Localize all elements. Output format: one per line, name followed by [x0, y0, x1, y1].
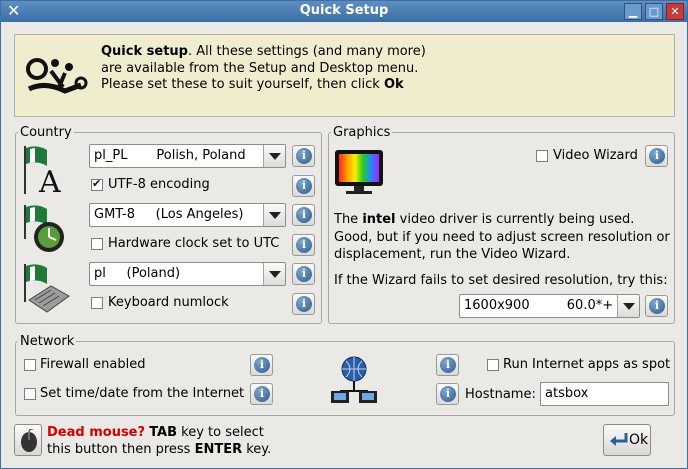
minimize-button[interactable]: ▁ — [624, 3, 642, 20]
intro-line2: are available from the Setup and Desktop… — [101, 60, 419, 76]
ok-button[interactable]: Ok — [603, 424, 651, 456]
numlock-checkbox[interactable] — [91, 297, 103, 309]
info-icon: i — [296, 148, 312, 164]
video-wizard-checkbox[interactable] — [536, 150, 548, 162]
info-icon: i — [254, 357, 270, 373]
hwclock-info-button[interactable]: i — [292, 234, 315, 256]
info-icon: i — [649, 148, 665, 164]
close-button[interactable]: ✕ — [666, 3, 684, 20]
driver-name: intel — [362, 212, 396, 227]
info-icon: i — [254, 386, 270, 402]
ok-label: Ok — [629, 432, 649, 448]
keyboard-value: pl (Poland) — [94, 266, 181, 281]
resolution-select[interactable]: 1600x900 60.0*+ — [459, 294, 640, 318]
resolution-info-button[interactable]: i — [645, 295, 668, 317]
locale-flag-icon: A — [24, 146, 61, 196]
driver-desc-line1: video driver is currently being used. — [395, 212, 635, 227]
maximize-button[interactable]: □ — [645, 3, 663, 20]
keyboard-flag-icon — [24, 264, 70, 313]
driver-description: The intel video driver is currently bein… — [334, 211, 672, 264]
hint-line2-end: key. — [242, 442, 272, 457]
info-icon: i — [296, 207, 312, 223]
ok-arrow-icon — [610, 433, 628, 446]
info-icon: i — [296, 237, 312, 253]
hint-line1: key to select — [177, 425, 264, 440]
info-icon: i — [296, 296, 312, 312]
intro-line1: . All these settings (and many more) — [187, 44, 426, 59]
svg-text:A: A — [38, 165, 61, 196]
spot-info-button[interactable]: i — [436, 354, 459, 376]
dead-mouse-button[interactable] — [14, 424, 42, 456]
firewall-checkbox[interactable] — [24, 359, 36, 371]
quick-setup-window: ✕ Quick Setup ▁ □ ✕ Quick setup. All the… — [0, 0, 688, 469]
spot-label: Run Internet apps as spot — [503, 357, 671, 372]
hwclock-checkbox[interactable] — [91, 238, 103, 250]
intro-text: Quick setup. All these settings (and man… — [101, 44, 426, 94]
locale-info-button[interactable]: i — [292, 145, 315, 167]
intro-ok-word: Ok — [383, 77, 404, 92]
video-wizard-label: Video Wizard — [553, 148, 638, 163]
network-legend: Network — [20, 334, 75, 349]
clock-flag-icon — [24, 205, 64, 252]
hwclock-label: Hardware clock set to UTC — [108, 236, 280, 251]
firewall-info-button[interactable]: i — [250, 354, 273, 376]
mouse-icon — [21, 429, 37, 452]
numlock-info-button[interactable]: i — [292, 293, 315, 315]
numlock-label: Keyboard numlock — [108, 295, 229, 310]
timezone-info-button[interactable]: i — [292, 204, 315, 226]
monitor-icon — [335, 150, 383, 194]
timesync-checkbox[interactable] — [24, 388, 36, 400]
network-icon — [331, 356, 377, 403]
hostname-input[interactable]: atsbox — [540, 382, 669, 406]
dead-mouse-warning: Dead mouse? — [47, 425, 146, 440]
timesync-label: Set time/date from the Internet — [40, 386, 245, 401]
info-icon: i — [296, 266, 312, 282]
hostname-label: Hostname: — [465, 387, 536, 402]
chevron-down-icon[interactable] — [263, 263, 285, 285]
title-bar[interactable]: ✕ Quick Setup ▁ □ ✕ — [1, 1, 687, 22]
utf8-info-button[interactable]: i — [292, 175, 315, 197]
resolution-hint: If the Wizard fails to set desired resol… — [334, 273, 668, 288]
hostname-info-button[interactable]: i — [436, 383, 459, 405]
chevron-down-icon[interactable] — [617, 295, 639, 317]
intro-bold-title: Quick setup — [101, 44, 188, 59]
keyboard-select[interactable]: pl (Poland) — [89, 262, 286, 286]
video-wizard-info-button[interactable]: i — [645, 145, 668, 167]
hostname-value: atsbox — [545, 386, 589, 401]
firewall-label: Firewall enabled — [40, 357, 146, 372]
resolution-value: 1600x900 60.0*+ — [464, 298, 614, 313]
driver-desc-line3: displacement, run the Video Wizard. — [334, 247, 571, 262]
timesync-info-button[interactable]: i — [250, 383, 273, 405]
driver-desc-line2: Good, but if you need to adjust screen r… — [334, 229, 670, 245]
hint-line2: this button then press — [47, 442, 195, 457]
country-legend: Country — [20, 125, 72, 140]
wizard-logo-icon — [26, 58, 88, 94]
enter-key-label: ENTER — [194, 442, 243, 457]
utf8-label: UTF-8 encoding — [108, 177, 210, 192]
locale-value: pl_PL Polish, Poland — [94, 148, 246, 163]
timezone-value: GMT-8 (Los Angeles) — [94, 207, 244, 222]
spot-checkbox[interactable] — [487, 359, 499, 371]
dead-mouse-hint: Dead mouse? TAB key to select this butto… — [47, 424, 271, 458]
driver-desc-prefix: The — [334, 212, 363, 227]
utf8-checkbox[interactable] — [91, 177, 103, 191]
chevron-down-icon[interactable] — [263, 145, 285, 167]
intro-line3: Please set these to suit yourself, then … — [101, 77, 384, 92]
info-icon: i — [440, 386, 456, 402]
tab-key-label: TAB — [149, 425, 178, 440]
info-icon: i — [296, 178, 312, 194]
info-icon: i — [440, 357, 456, 373]
chevron-down-icon[interactable] — [263, 204, 285, 226]
info-icon: i — [649, 298, 665, 314]
window-title: Quick Setup — [299, 3, 389, 18]
keyboard-info-button[interactable]: i — [292, 263, 315, 285]
graphics-legend: Graphics — [333, 125, 391, 140]
intro-banner: Quick setup. All these settings (and man… — [14, 34, 675, 117]
timezone-select[interactable]: GMT-8 (Los Angeles) — [89, 203, 286, 227]
locale-select[interactable]: pl_PL Polish, Poland — [89, 144, 286, 168]
